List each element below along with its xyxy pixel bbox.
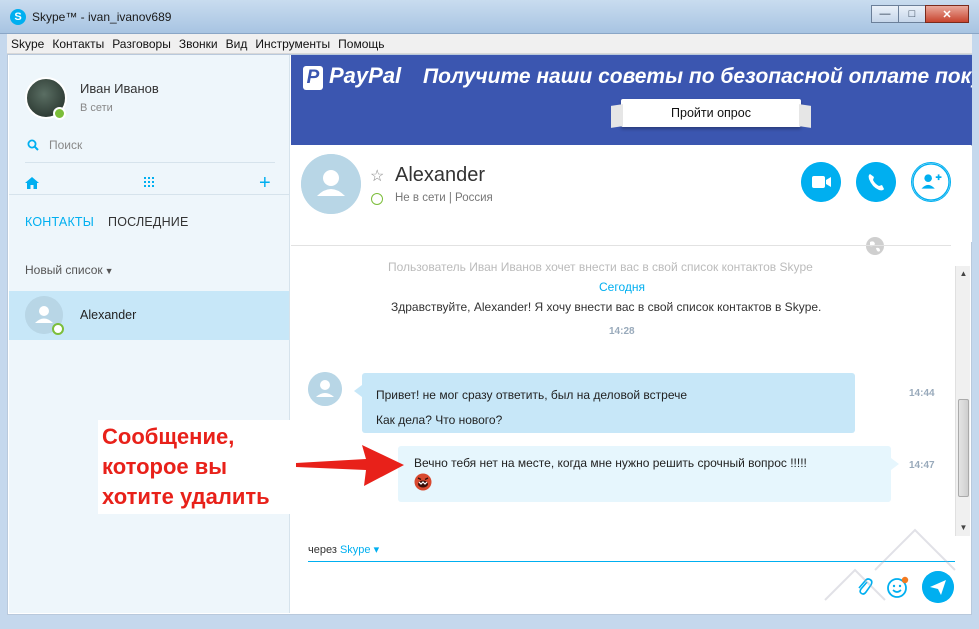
menu-view[interactable]: Вид <box>226 37 248 51</box>
video-call-button[interactable] <box>801 162 841 202</box>
tab-recent[interactable]: ПОСЛЕДНИЕ <box>108 215 188 229</box>
maximize-button[interactable]: □ <box>898 5 926 23</box>
chat-contact-avatar[interactable] <box>301 154 361 214</box>
menu-calls[interactable]: Звонки <box>179 37 218 51</box>
voice-call-button[interactable] <box>856 162 896 202</box>
menu-help[interactable]: Помощь <box>338 37 384 51</box>
offline-status-icon <box>52 323 64 335</box>
offline-status-icon <box>371 193 383 205</box>
banner-headline: Получите наши советы по безопасной оплат… <box>423 65 972 88</box>
survey-button[interactable]: Пройти опрос <box>621 99 801 127</box>
chevron-down-icon: ▼ <box>104 266 114 276</box>
contact-name: Alexander <box>80 308 137 322</box>
scroll-up-icon[interactable]: ▲ <box>956 266 971 282</box>
annotation-callout: Сообщение, которое вы хотите удалить <box>98 420 298 514</box>
tabs-divider <box>9 194 290 195</box>
annotation-text: которое вы <box>102 454 228 479</box>
message-timestamp: 14:44 <box>909 388 935 399</box>
annotation-text: Сообщение, <box>102 424 235 449</box>
angry-emoticon-icon <box>414 473 432 491</box>
profile-presence[interactable]: В сети <box>80 102 113 114</box>
chat-contact-name: Alexander <box>395 164 486 186</box>
sender-avatar[interactable] <box>308 372 342 406</box>
search-icon <box>27 139 39 151</box>
menu-skype[interactable]: Skype <box>11 37 44 51</box>
scrollbar-thumb[interactable] <box>958 399 969 497</box>
message-text: Вечно тебя нет на месте, когда мне нужно… <box>414 456 807 470</box>
incoming-message-bubble[interactable]: Привет! не мог сразу ответить, был на де… <box>354 373 855 433</box>
message-timestamp: 14:47 <box>909 460 935 471</box>
window-controls: — □ ✕ <box>871 5 969 23</box>
day-separator: Сегодня <box>599 280 645 294</box>
dialpad-icon[interactable] <box>143 177 155 189</box>
skype-app-icon: S <box>10 9 26 25</box>
search-placeholder: Поиск <box>49 138 83 152</box>
system-message-faded: Пользователь Иван Иванов хочет внести ва… <box>388 260 813 274</box>
watermark-logo <box>824 528 956 601</box>
message-text: Как дела? Что нового? <box>376 413 503 427</box>
annotation-text: хотите удалить <box>102 484 270 509</box>
add-contact-plus-icon[interactable]: + <box>259 173 271 193</box>
add-people-button[interactable] <box>911 162 951 202</box>
menu-bar: Skype Контакты Разговоры Звонки Вид Инст… <box>7 34 972 54</box>
system-message[interactable]: Здравствуйте, Alexander! Я хочу внести в… <box>391 300 821 314</box>
favorite-star-icon[interactable]: ☆ <box>370 166 384 186</box>
menu-conversations[interactable]: Разговоры <box>112 37 171 51</box>
search-field[interactable]: Поиск <box>25 135 275 163</box>
sidebar-actions: + <box>25 173 275 195</box>
chevron-down-icon: ▾ <box>370 544 380 556</box>
via-label: через <box>308 544 337 556</box>
paypal-logo: P PayPal <box>303 63 401 90</box>
send-via-selector[interactable]: через Skype ▾ <box>308 543 379 556</box>
sidebar-tabs: КОНТАКТЫ ПОСЛЕДНИЕ <box>25 215 203 229</box>
globe-icon[interactable] <box>865 236 885 256</box>
minimize-button[interactable]: — <box>871 5 899 23</box>
paypal-p-icon: P <box>303 66 323 90</box>
chat-scrollbar[interactable]: ▲ ▼ <box>955 266 970 536</box>
online-status-icon <box>53 107 66 120</box>
list-filter-label: Новый список <box>25 263 103 277</box>
via-link[interactable]: Skype <box>340 544 371 556</box>
profile-name[interactable]: Иван Иванов <box>80 81 159 96</box>
message-text: Привет! не мог сразу ответить, был на де… <box>376 388 688 402</box>
annotation-arrow-icon <box>296 445 404 486</box>
sidebar: Иван Иванов В сети Поиск + КОНТАКТЫ ПОСЛ… <box>9 55 290 613</box>
ad-banner[interactable]: P PayPal Получите наши советы по безопасн… <box>291 55 972 145</box>
home-icon[interactable] <box>25 177 39 189</box>
chat-header: ☆ Alexander Не в сети | Россия <box>291 146 972 242</box>
window-title: Skype™ - ivan_ivanov689 <box>32 10 172 24</box>
title-bar: S Skype™ - ivan_ivanov689 — □ ✕ <box>0 0 979 34</box>
outgoing-message-bubble[interactable]: Вечно тебя нет на месте, когда мне нужно… <box>398 446 899 502</box>
menu-tools[interactable]: Инструменты <box>255 37 330 51</box>
chat-divider <box>291 245 951 246</box>
menu-contacts[interactable]: Контакты <box>52 37 104 51</box>
message-history: Пользователь Иван Иванов хочет внести ва… <box>291 256 955 534</box>
chat-contact-status: Не в сети | Россия <box>395 192 493 204</box>
tab-contacts[interactable]: КОНТАКТЫ <box>25 215 94 229</box>
list-filter-dropdown[interactable]: Новый список ▼ <box>25 263 114 277</box>
message-timestamp: 14:28 <box>609 326 635 337</box>
paypal-brand: PayPal <box>329 63 402 88</box>
contact-list-item[interactable]: Alexander <box>9 291 289 340</box>
close-button[interactable]: ✕ <box>925 5 969 23</box>
